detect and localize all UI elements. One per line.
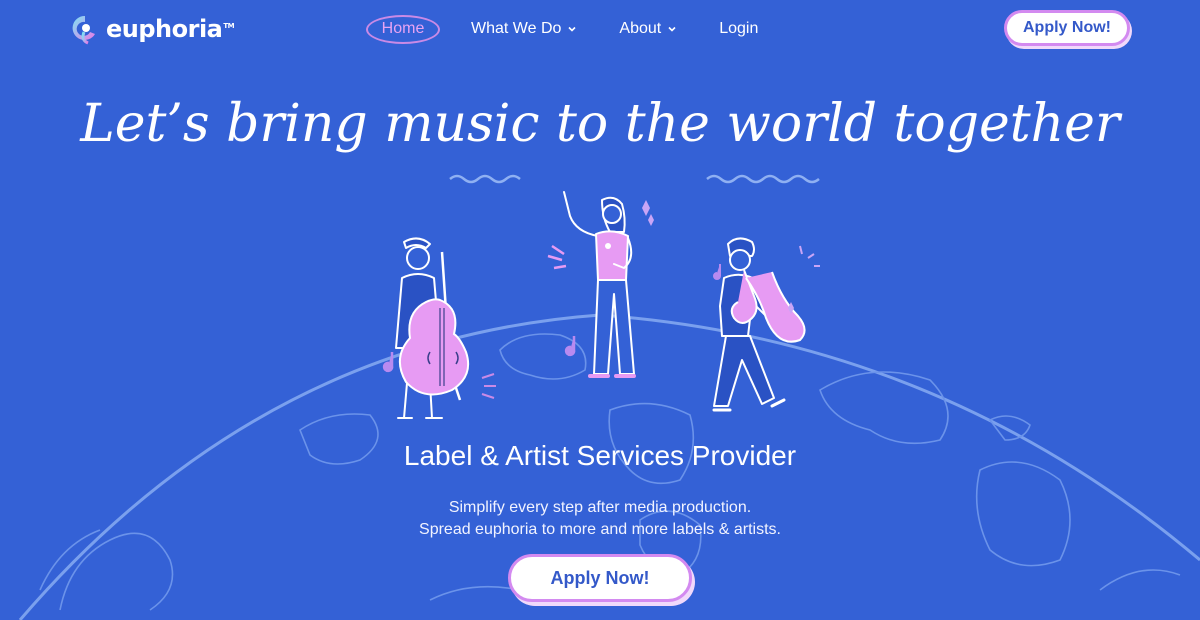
nav-about-label: About — [619, 20, 662, 37]
nav-home[interactable]: Home — [366, 14, 440, 44]
hero-headline: Let’s bring music to the world together — [80, 94, 1120, 154]
nav-what-we-do[interactable]: What We Do — [471, 14, 577, 44]
trademark-mark: TM — [223, 22, 235, 30]
chevron-down-icon — [668, 26, 676, 32]
brand-logo[interactable]: euphoriaTM — [70, 12, 235, 46]
header-apply-button[interactable]: Apply Now! — [1004, 10, 1130, 46]
nav-what-we-do-label: What We Do — [471, 20, 562, 37]
hero-description-line2: Spread euphoria to more and more labels … — [419, 521, 781, 538]
nav-login-label: Login — [719, 20, 759, 37]
euphoria-logo-icon — [72, 15, 95, 45]
nav-login[interactable]: Login — [719, 14, 758, 44]
chevron-down-icon — [568, 26, 576, 32]
squiggle-decoration — [449, 174, 521, 184]
hero-description-line1: Simplify every step after media producti… — [448, 499, 752, 516]
saxophonist-illustration — [712, 237, 820, 412]
hero-subtitle: Label & Artist Services Provider — [403, 440, 797, 471]
main-navigation: Home What We Do About Login — [366, 14, 758, 44]
nav-home-label: Home — [381, 20, 425, 37]
singer-illustration — [547, 191, 654, 378]
hero-apply-button[interactable]: Apply Now! — [508, 554, 692, 602]
squiggle-decoration — [706, 174, 820, 184]
brand-name: euphoriaTM — [106, 15, 235, 43]
nav-about[interactable]: About — [619, 14, 677, 44]
bassist-illustration — [382, 237, 496, 419]
